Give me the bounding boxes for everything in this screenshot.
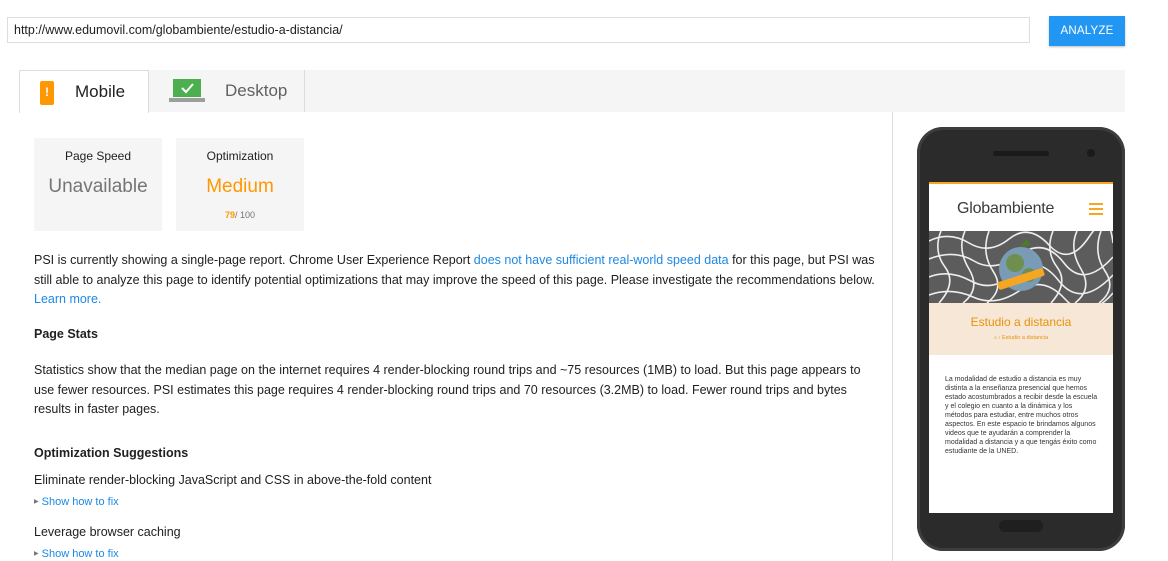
- optimization-value: Medium: [206, 176, 274, 197]
- suggestion-title: Leverage browser caching: [34, 525, 181, 539]
- show-how-to-fix-link[interactable]: ▶ Show how to fix: [34, 548, 119, 560]
- tab-desktop-label: Desktop: [225, 81, 288, 100]
- tab-desktop[interactable]: Desktop: [149, 70, 305, 112]
- desktop-check-icon: [169, 79, 205, 102]
- site-page-title: Estudio a distancia: [970, 315, 1072, 329]
- optimization-score-max: / 100: [234, 210, 256, 220]
- tab-mobile[interactable]: Mobile: [19, 70, 149, 113]
- mobile-warning-icon: [40, 81, 54, 105]
- optimization-score-value: 79: [224, 210, 235, 220]
- site-header: Globambiente: [929, 182, 1113, 231]
- site-logo: Globambiente: [957, 200, 1055, 217]
- site-breadcrumb: ⌂ › Estudio a distancia: [993, 335, 1049, 341]
- banner-graphic: [929, 231, 1113, 303]
- show-how-to-fix-label: Show how to fix: [41, 548, 119, 560]
- learn-more-link[interactable]: Learn more.: [34, 292, 101, 306]
- triangle-right-icon: ▶: [34, 499, 39, 505]
- site-breadcrumb-label: Estudio a distancia: [1002, 335, 1049, 341]
- optimization-card: Optimization Medium 79/ 100: [176, 138, 304, 231]
- phone-screen: Globambiente Estudio a distancia ⌂ › Est…: [929, 182, 1113, 513]
- page-stats-heading: Page Stats: [34, 327, 98, 341]
- device-tabs: Mobile Desktop: [19, 70, 1125, 113]
- site-banner-image: [929, 231, 1113, 303]
- triangle-right-icon: ▶: [34, 551, 39, 557]
- site-body-text: La modalidad de estudio a distancia es m…: [945, 376, 1098, 455]
- crux-link[interactable]: does not have sufficient real-world spee…: [474, 253, 729, 267]
- phone-preview: Globambiente Estudio a distancia ⌂ › Est…: [917, 127, 1125, 551]
- phone-camera: [1087, 149, 1095, 157]
- analyze-button[interactable]: ANALYZE: [1049, 16, 1125, 46]
- optimization-title: Optimization: [206, 149, 274, 163]
- page-speed-value: Unavailable: [48, 176, 148, 197]
- home-icon: ⌂: [993, 335, 998, 341]
- divider: [892, 112, 893, 561]
- suggestions-heading: Optimization Suggestions: [34, 446, 189, 460]
- show-how-to-fix-link[interactable]: ▶ Show how to fix: [34, 496, 119, 508]
- phone-speaker: [993, 151, 1049, 156]
- page-speed-card: Page Speed Unavailable: [34, 138, 162, 231]
- tab-mobile-label: Mobile: [75, 82, 126, 101]
- intro-text-part: PSI is currently showing a single-page r…: [34, 253, 474, 267]
- optimization-score: 79/ 100: [176, 210, 304, 220]
- suggestion-title: Eliminate render-blocking JavaScript and…: [34, 473, 432, 487]
- intro-text: PSI is currently showing a single-page r…: [34, 251, 884, 310]
- url-input[interactable]: [7, 17, 1030, 43]
- hamburger-menu-icon: [1089, 203, 1103, 218]
- page-stats-text: Statistics show that the median page on …: [34, 363, 861, 416]
- phone-home-button: [999, 520, 1043, 532]
- page-speed-title: Page Speed: [64, 149, 132, 163]
- show-how-to-fix-label: Show how to fix: [41, 496, 119, 508]
- page-title-section: Estudio a distancia ⌂ › Estudio a distan…: [929, 303, 1113, 355]
